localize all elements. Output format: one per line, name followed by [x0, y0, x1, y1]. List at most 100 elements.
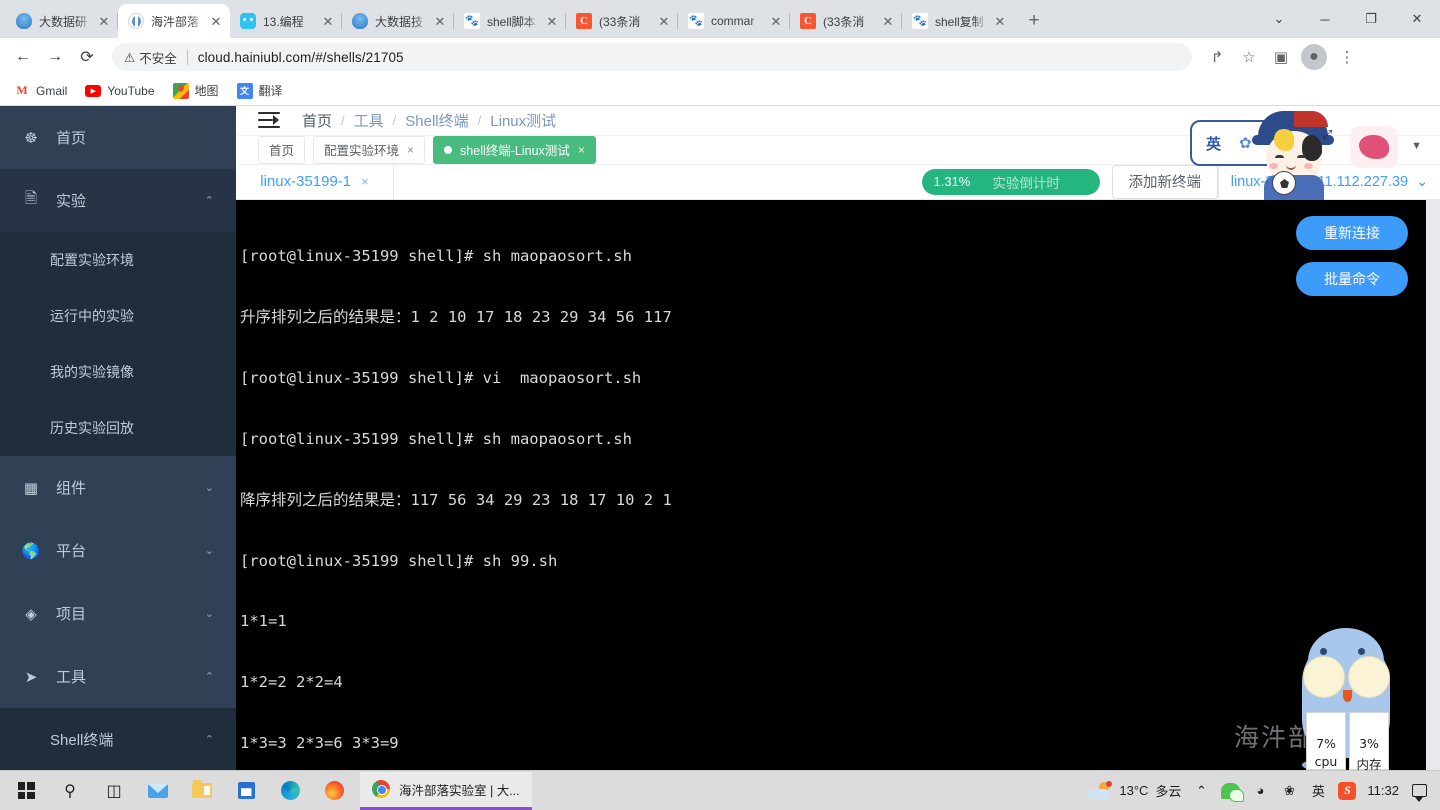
firefox-icon[interactable]	[312, 771, 356, 810]
bookmark-star-icon[interactable]: ☆	[1234, 42, 1264, 72]
back-button[interactable]: ←	[8, 42, 38, 72]
paper-plane-icon: ➤	[24, 668, 38, 686]
store-icon[interactable]	[224, 771, 268, 810]
page-tag-shell-linux-test[interactable]: shell终端-Linux测试 ×	[433, 135, 596, 164]
tab-close-icon[interactable]: ✕	[96, 13, 112, 29]
page-tag-home[interactable]: 首页	[258, 135, 306, 164]
sidebar-submenu-experiment: 配置实验环境 运行中的实验 我的实验镜像 历史实验回放	[0, 232, 236, 456]
bookmark-gmail[interactable]: M Gmail	[14, 83, 67, 99]
terminal-scrollbar[interactable]	[1426, 200, 1440, 771]
close-window-button[interactable]: ✕	[1394, 3, 1440, 35]
browser-tab[interactable]: C (33条消 ✕	[790, 4, 902, 38]
page-tag-configure-env[interactable]: 配置实验环境 ×	[313, 135, 426, 164]
tab-close-icon[interactable]: ✕	[880, 13, 896, 29]
bookmark-youtube[interactable]: ▶ YouTube	[85, 84, 155, 98]
bookmark-translate[interactable]: 文 翻译	[236, 82, 283, 99]
maximize-button[interactable]: ❐	[1348, 3, 1394, 35]
sidebar-item-tools[interactable]: ➤ 工具 ⌃	[0, 645, 236, 708]
bookmark-label: 翻译	[258, 84, 283, 98]
sidebar-item-label: 首页	[56, 130, 87, 147]
side-panel-icon[interactable]: ▣	[1266, 42, 1296, 72]
sogou-icon[interactable]: S	[1338, 781, 1357, 801]
add-terminal-button[interactable]: 添加新终端	[1111, 164, 1218, 199]
start-button[interactable]	[4, 771, 48, 810]
browser-tab[interactable]: shell复制 ✕	[902, 4, 1014, 38]
breadcrumb-item-linux-test[interactable]: Linux测试	[490, 110, 556, 131]
ime-english-icon[interactable]: 英	[1309, 781, 1327, 801]
sidebar-item-components[interactable]: ▦ 组件 ⌄	[0, 456, 236, 519]
clock-time[interactable]: 11:32	[1367, 781, 1399, 801]
browser-tab[interactable]: shell脚本 ✕	[454, 4, 566, 38]
breadcrumb-item-shell[interactable]: Shell终端	[405, 110, 468, 131]
file-explorer-icon[interactable]	[180, 771, 224, 810]
terminal-output-area[interactable]: [root@linux-35199 shell]# sh maopaosort.…	[236, 199, 1440, 771]
mail-icon[interactable]	[136, 771, 180, 810]
pink-app-icon[interactable]	[1350, 126, 1398, 168]
tab-close-icon[interactable]: ✕	[432, 13, 448, 29]
ime-lang-label[interactable]: 英	[1206, 133, 1221, 154]
profile-avatar[interactable]: ●	[1301, 44, 1327, 70]
address-bar[interactable]: ⚠ 不安全 cloud.hainiubl.com/#/shells/21705	[112, 43, 1192, 71]
security-status[interactable]: ⚠ 不安全	[124, 48, 177, 67]
browser-tab[interactable]: 13.编程 ✕	[230, 4, 342, 38]
tab-close-icon[interactable]: ✕	[320, 13, 336, 29]
wifi-icon[interactable]: ◕	[1251, 781, 1269, 801]
sidebar-subitem-my-images[interactable]: 我的实验镜像	[0, 344, 236, 400]
tab-close-icon[interactable]: ✕	[656, 13, 672, 29]
countdown-label: 实验倒计时	[992, 175, 1060, 191]
new-tab-button[interactable]: +	[1020, 7, 1048, 35]
weather-widget[interactable]: 13°C 多云	[1088, 780, 1181, 800]
sidebar-item-home[interactable]: ☸ 首页	[0, 106, 236, 169]
tab-close-icon[interactable]: ✕	[992, 13, 1008, 29]
search-icon[interactable]: ⚲	[48, 771, 92, 810]
reconnect-button[interactable]: 重新连接	[1296, 215, 1408, 250]
notifications-icon[interactable]	[1410, 781, 1428, 802]
show-hidden-icons-chevron[interactable]: ⌃	[1192, 781, 1210, 801]
browser-tab-active[interactable]: 海汼部落 ✕	[118, 4, 230, 38]
browser-tab[interactable]: C (33条消 ✕	[566, 4, 678, 38]
tab-search-icon[interactable]: ⌄	[1256, 3, 1302, 35]
batch-command-button[interactable]: 批量命令	[1296, 261, 1408, 296]
scroll-down-arrow-icon[interactable]	[1430, 763, 1438, 768]
main-content: 首页 / 工具 / Shell终端 / Linux测试 英 ✿ ⤢ ▼ 首页 配…	[236, 106, 1440, 770]
taskbar-active-window[interactable]: 海汼部落实验室 | 大...	[360, 771, 532, 810]
resize-handle-icon[interactable]: ⤢	[1322, 127, 1338, 143]
share-icon[interactable]: ↱	[1202, 42, 1232, 72]
page-tag-close-icon[interactable]: ×	[407, 143, 414, 157]
browser-tab[interactable]: 大数据研 ✕	[6, 4, 118, 38]
bluetooth-icon[interactable]: ❀	[1280, 781, 1298, 801]
tab-close-icon[interactable]: ✕	[208, 13, 224, 29]
menu-collapse-icon[interactable]	[258, 112, 280, 129]
sidebar-item-label: 组件	[56, 480, 87, 497]
scrollbar-thumb[interactable]	[1429, 200, 1439, 370]
terminal-session-tab[interactable]: linux-35199-1 ×	[236, 164, 394, 199]
forward-button[interactable]: →	[40, 42, 70, 72]
sidebar-subitem-history-replay[interactable]: 历史实验回放	[0, 400, 236, 456]
page-tag-close-icon[interactable]: ×	[578, 143, 585, 157]
browser-tab[interactable]: commar ✕	[678, 4, 790, 38]
bookmark-maps[interactable]: 地图	[172, 82, 219, 99]
breadcrumb-item-home[interactable]: 首页	[302, 110, 332, 131]
sidebar-item-platform[interactable]: 🌎 平台 ⌄	[0, 519, 236, 582]
edge-icon[interactable]	[268, 771, 312, 810]
terminal-session-close-icon[interactable]: ×	[361, 174, 369, 189]
chevron-down-icon: ⌄	[1416, 173, 1429, 190]
tab-close-icon[interactable]: ✕	[544, 13, 560, 29]
sidebar-subitem-shell-terminal[interactable]: Shell终端 ⌃	[0, 708, 236, 770]
chevron-down-icon[interactable]: ▼	[1411, 140, 1422, 152]
sidebar-item-project[interactable]: ◈ 项目 ⌄	[0, 582, 236, 645]
bookmarks-bar: M Gmail ▶ YouTube 地图 文 翻译	[0, 76, 1440, 106]
tab-close-icon[interactable]: ✕	[768, 13, 784, 29]
breadcrumb-item-tools[interactable]: 工具	[354, 110, 384, 131]
chrome-menu-icon[interactable]: ⋮	[1332, 42, 1362, 72]
task-view-icon[interactable]: ◫	[92, 771, 136, 810]
minimize-button[interactable]: ─	[1302, 3, 1348, 35]
reload-button[interactable]: ⟳	[72, 42, 102, 72]
sidebar-subitem-configure-env[interactable]: 配置实验环境	[0, 232, 236, 288]
penguin-eye-right	[1358, 648, 1365, 655]
sidebar-subitem-running-exp[interactable]: 运行中的实验	[0, 288, 236, 344]
wechat-icon[interactable]	[1221, 781, 1245, 802]
sidebar-item-experiment[interactable]: 🗎 实验 ⌃	[0, 169, 236, 232]
browser-tab[interactable]: 大数据技 ✕	[342, 4, 454, 38]
